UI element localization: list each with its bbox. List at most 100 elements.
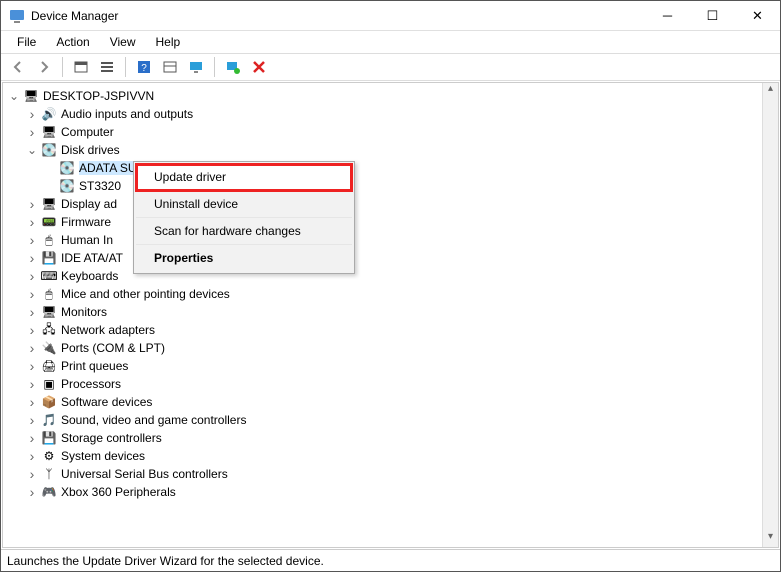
keyboard-icon: ⌨ bbox=[41, 268, 57, 284]
category-10[interactable]: Network adapters bbox=[61, 323, 155, 337]
disk-icon: 💽 bbox=[41, 142, 57, 158]
disk-icon: 💽 bbox=[59, 178, 75, 194]
menu-action[interactable]: Action bbox=[46, 33, 99, 51]
category-12[interactable]: Print queues bbox=[61, 359, 128, 373]
category-5[interactable]: Human In bbox=[61, 233, 113, 247]
context-item-3[interactable]: Properties bbox=[136, 245, 352, 271]
chevron-icon[interactable] bbox=[25, 467, 39, 481]
port-icon: 🔌 bbox=[41, 340, 57, 356]
root-icon: 🖥 bbox=[23, 88, 39, 104]
category-2[interactable]: Disk drives bbox=[61, 143, 120, 157]
titlebar: Device Manager ─ ☐ ✕ bbox=[1, 1, 780, 31]
category-16[interactable]: Storage controllers bbox=[61, 431, 162, 445]
category-19[interactable]: Xbox 360 Peripherals bbox=[61, 485, 176, 499]
category-13[interactable]: Processors bbox=[61, 377, 121, 391]
monitor-button[interactable] bbox=[185, 56, 207, 78]
chevron-icon[interactable] bbox=[25, 395, 39, 409]
chevron-none bbox=[43, 179, 57, 193]
help-button[interactable]: ? bbox=[133, 56, 155, 78]
software-icon: 📦 bbox=[41, 394, 57, 410]
category-1[interactable]: Computer bbox=[61, 125, 114, 139]
device-item-1[interactable]: ST3320 bbox=[79, 179, 121, 193]
chevron-icon[interactable] bbox=[25, 197, 39, 211]
menu-file[interactable]: File bbox=[7, 33, 46, 51]
chevron-icon[interactable] bbox=[25, 269, 39, 283]
show-hidden-button[interactable] bbox=[70, 56, 92, 78]
details-button[interactable] bbox=[159, 56, 181, 78]
category-17[interactable]: System devices bbox=[61, 449, 145, 463]
computer-icon: 🖥 bbox=[41, 124, 57, 140]
chevron-icon[interactable] bbox=[25, 431, 39, 445]
chevron-icon[interactable] bbox=[25, 251, 39, 265]
back-button[interactable] bbox=[7, 56, 29, 78]
chevron-icon[interactable] bbox=[25, 413, 39, 427]
list-button[interactable] bbox=[96, 56, 118, 78]
svg-text:?: ? bbox=[141, 63, 147, 74]
ide-icon: 💾 bbox=[41, 250, 57, 266]
app-icon bbox=[9, 8, 25, 24]
cpu-icon: ▣ bbox=[41, 376, 57, 392]
chevron-icon[interactable] bbox=[25, 287, 39, 301]
toolbar-separator bbox=[214, 57, 215, 77]
root-node[interactable]: DESKTOP-JSPIVVN bbox=[43, 89, 154, 103]
vertical-scrollbar[interactable]: ▴ ▾ bbox=[762, 83, 778, 547]
category-6[interactable]: IDE ATA/AT bbox=[61, 251, 123, 265]
usb-icon: ᛉ bbox=[41, 466, 57, 482]
chevron-icon[interactable] bbox=[25, 377, 39, 391]
window-title: Device Manager bbox=[31, 9, 645, 23]
chevron-icon[interactable] bbox=[25, 125, 39, 139]
status-text: Launches the Update Driver Wizard for th… bbox=[7, 554, 324, 568]
category-0[interactable]: Audio inputs and outputs bbox=[61, 107, 193, 121]
context-item-1[interactable]: Uninstall device bbox=[136, 191, 352, 218]
category-3[interactable]: Display ad bbox=[61, 197, 117, 211]
toolbar-separator bbox=[62, 57, 63, 77]
display-icon: 🖥 bbox=[41, 196, 57, 212]
chevron-icon[interactable] bbox=[25, 143, 39, 157]
chevron-icon[interactable] bbox=[25, 305, 39, 319]
printer-icon: 🖨 bbox=[41, 358, 57, 374]
chevron-icon[interactable] bbox=[25, 359, 39, 373]
toolbar: ? bbox=[1, 53, 780, 81]
maximize-button[interactable]: ☐ bbox=[690, 1, 735, 31]
chevron-icon[interactable] bbox=[25, 215, 39, 229]
category-9[interactable]: Monitors bbox=[61, 305, 107, 319]
chevron-icon[interactable] bbox=[25, 485, 39, 499]
scan-button[interactable] bbox=[222, 56, 244, 78]
menu-view[interactable]: View bbox=[100, 33, 146, 51]
network-icon: 🖧 bbox=[41, 322, 57, 338]
mouse-icon: 🖱 bbox=[41, 286, 57, 302]
monitor-icon: 🖥 bbox=[41, 304, 57, 320]
remove-button[interactable] bbox=[248, 56, 270, 78]
category-4[interactable]: Firmware bbox=[61, 215, 111, 229]
chevron-none bbox=[43, 161, 57, 175]
minimize-button[interactable]: ─ bbox=[645, 1, 690, 31]
scroll-down-icon[interactable]: ▾ bbox=[768, 531, 773, 547]
close-button[interactable]: ✕ bbox=[735, 1, 780, 31]
category-18[interactable]: Universal Serial Bus controllers bbox=[61, 467, 228, 481]
category-14[interactable]: Software devices bbox=[61, 395, 152, 409]
chevron-icon[interactable] bbox=[25, 323, 39, 337]
category-8[interactable]: Mice and other pointing devices bbox=[61, 287, 230, 301]
storage-icon: 💾 bbox=[41, 430, 57, 446]
context-menu: Update driverUninstall deviceScan for ha… bbox=[133, 161, 355, 274]
chevron-icon[interactable] bbox=[25, 107, 39, 121]
audio-icon: 🔊 bbox=[41, 106, 57, 122]
statusbar: Launches the Update Driver Wizard for th… bbox=[1, 549, 780, 571]
firmware-icon: 📟 bbox=[41, 214, 57, 230]
context-item-2[interactable]: Scan for hardware changes bbox=[136, 218, 352, 245]
sound-icon: 🎵 bbox=[41, 412, 57, 428]
scroll-up-icon[interactable]: ▴ bbox=[768, 83, 773, 99]
chevron-icon[interactable] bbox=[25, 233, 39, 247]
menu-help[interactable]: Help bbox=[146, 33, 191, 51]
system-icon: ⚙ bbox=[41, 448, 57, 464]
category-15[interactable]: Sound, video and game controllers bbox=[61, 413, 246, 427]
chevron-icon[interactable] bbox=[25, 449, 39, 463]
forward-button[interactable] bbox=[33, 56, 55, 78]
disk-icon: 💽 bbox=[59, 160, 75, 176]
category-7[interactable]: Keyboards bbox=[61, 269, 118, 283]
chevron-down-icon[interactable] bbox=[7, 89, 21, 103]
category-11[interactable]: Ports (COM & LPT) bbox=[61, 341, 165, 355]
context-item-0[interactable]: Update driver bbox=[136, 164, 352, 191]
device-tree[interactable]: 🖥 DESKTOP-JSPIVVN 🔊 Audio inputs and output… bbox=[2, 82, 779, 548]
chevron-icon[interactable] bbox=[25, 341, 39, 355]
